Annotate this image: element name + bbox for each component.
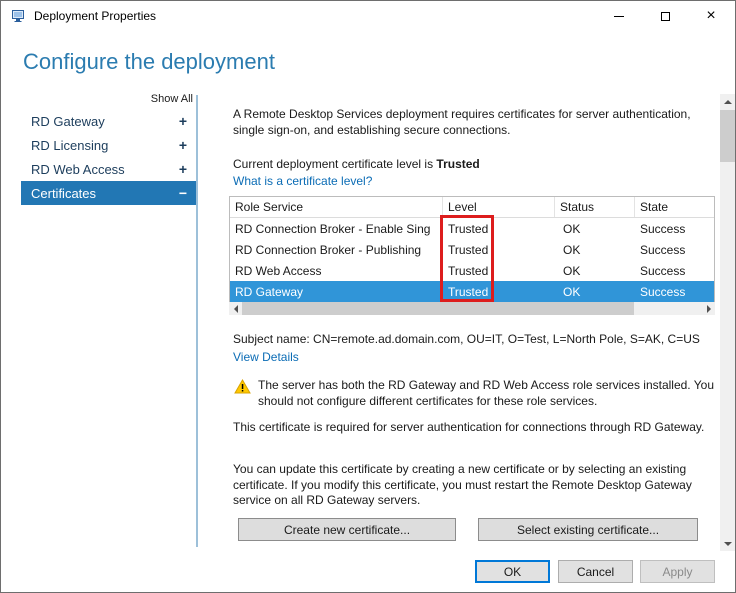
certificate-table: Role Service Level Status State RD Conne… (229, 196, 715, 303)
collapse-icon[interactable]: − (179, 185, 187, 201)
close-button[interactable]: × (688, 1, 734, 31)
certificate-level-prefix: Current deployment certificate level is (233, 157, 436, 171)
window-controls: × (596, 1, 734, 31)
sidebar-item-rd-gateway[interactable]: RD Gateway + (21, 109, 196, 133)
page-title: Configure the deployment (23, 49, 275, 75)
column-header-role-service[interactable]: Role Service (230, 197, 443, 217)
column-header-status[interactable]: Status (555, 197, 635, 217)
maximize-icon (661, 12, 670, 21)
certificate-level-value: Trusted (436, 157, 479, 171)
deployment-properties-dialog: Deployment Properties × Configure the de… (0, 0, 736, 593)
table-header-row: Role Service Level Status State (230, 197, 714, 218)
cell-status: OK (555, 264, 635, 278)
cell-level: Trusted (443, 264, 555, 278)
minimize-button[interactable] (596, 1, 642, 31)
required-text: This certificate is required for server … (233, 420, 714, 436)
scroll-left-button[interactable] (229, 302, 242, 315)
cell-state: Success (635, 243, 714, 257)
warning-text: The server has both the RD Gateway and R… (258, 378, 715, 409)
sidebar-nav: RD Gateway + RD Licensing + RD Web Acces… (21, 109, 196, 205)
sidebar-divider (196, 95, 198, 547)
sidebar-item-label: Certificates (31, 186, 96, 201)
column-header-level[interactable]: Level (443, 197, 555, 217)
create-new-certificate-button[interactable]: Create new certificate... (238, 518, 456, 541)
ok-button[interactable]: OK (475, 560, 550, 583)
update-text: You can update this certificate by creat… (233, 462, 714, 509)
table-horizontal-scrollbar[interactable] (229, 302, 715, 315)
view-details-link[interactable]: View Details (233, 350, 299, 364)
table-row[interactable]: RD Web Access Trusted OK Success (230, 260, 714, 281)
title-bar: Deployment Properties × (1, 1, 735, 31)
cancel-button[interactable]: Cancel (558, 560, 633, 583)
cell-state: Success (635, 285, 714, 299)
intro-text: A Remote Desktop Services deployment req… (233, 107, 714, 138)
select-existing-certificate-button[interactable]: Select existing certificate... (478, 518, 698, 541)
minimize-icon (614, 16, 624, 17)
cell-role-service: RD Gateway (230, 285, 443, 299)
scroll-down-icon (724, 542, 732, 546)
vertical-scrollbar[interactable] (720, 94, 736, 551)
cell-state: Success (635, 222, 714, 236)
table-row-selected[interactable]: RD Gateway Trusted OK Success (230, 281, 714, 302)
scroll-up-button[interactable] (720, 94, 736, 109)
window-title: Deployment Properties (34, 9, 156, 23)
vertical-scrollbar-thumb[interactable] (720, 110, 736, 162)
scroll-up-icon (724, 100, 732, 104)
scroll-left-icon (234, 305, 238, 313)
cell-status: OK (555, 285, 635, 299)
cell-level: Trusted (443, 285, 555, 299)
horizontal-scrollbar-thumb[interactable] (242, 302, 634, 315)
cell-role-service: RD Connection Broker - Publishing (230, 243, 443, 257)
scroll-right-button[interactable] (702, 302, 715, 315)
subject-name-text: Subject name: CN=remote.ad.domain.com, O… (233, 332, 714, 348)
scroll-right-icon (707, 305, 711, 313)
cell-state: Success (635, 264, 714, 278)
sidebar-item-label: RD Gateway (31, 114, 105, 129)
app-icon (11, 8, 27, 24)
cell-status: OK (555, 222, 635, 236)
warning-icon (234, 379, 251, 409)
table-row[interactable]: RD Connection Broker - Enable Sing Trust… (230, 218, 714, 239)
table-row[interactable]: RD Connection Broker - Publishing Truste… (230, 239, 714, 260)
expand-icon[interactable]: + (179, 161, 187, 177)
sidebar-item-label: RD Web Access (31, 162, 125, 177)
sidebar-item-rd-web-access[interactable]: RD Web Access + (21, 157, 196, 181)
scroll-down-button[interactable] (720, 536, 736, 551)
cell-status: OK (555, 243, 635, 257)
maximize-button[interactable] (642, 1, 688, 31)
sidebar-item-label: RD Licensing (31, 138, 108, 153)
cell-level: Trusted (443, 243, 555, 257)
warning-message: The server has both the RD Gateway and R… (234, 378, 715, 409)
cell-level: Trusted (443, 222, 555, 236)
certificate-level-text: Current deployment certificate level is … (233, 157, 714, 173)
cell-role-service: RD Web Access (230, 264, 443, 278)
close-icon: × (706, 8, 715, 24)
apply-button: Apply (640, 560, 715, 583)
cell-role-service: RD Connection Broker - Enable Sing (230, 222, 443, 236)
expand-icon[interactable]: + (179, 113, 187, 129)
expand-icon[interactable]: + (179, 137, 187, 153)
certificate-level-link[interactable]: What is a certificate level? (233, 174, 372, 188)
sidebar-item-rd-licensing[interactable]: RD Licensing + (21, 133, 196, 157)
column-header-state[interactable]: State (635, 197, 714, 217)
sidebar-item-certificates[interactable]: Certificates − (21, 181, 196, 205)
show-all-link[interactable]: Show All (21, 93, 193, 105)
